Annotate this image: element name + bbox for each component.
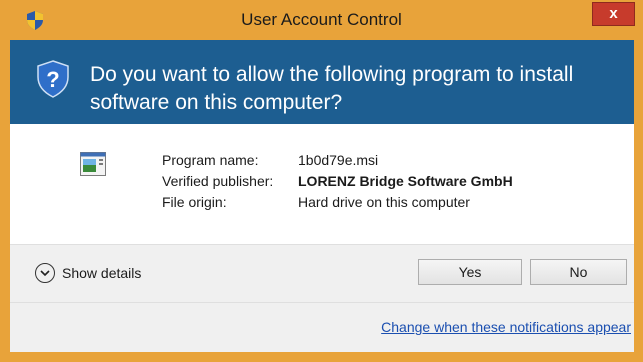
publisher-row: Verified publisher: LORENZ Bridge Softwar… [162,171,513,192]
button-bar: Show details Yes No [10,244,634,302]
window-frame-left [0,40,10,362]
show-details-label: Show details [62,265,142,281]
file-origin-label: File origin: [162,194,227,210]
publisher-label: Verified publisher: [162,173,274,189]
yes-button[interactable]: Yes [418,259,522,285]
uac-shield-question-icon: ? [37,60,69,98]
link-bar: Change when these notifications appear [10,302,634,352]
file-origin-value: Hard drive on this computer [298,194,470,210]
window-frame-right [634,40,643,362]
chevron-down-icon [35,263,55,283]
close-button[interactable]: x [592,2,635,26]
program-name-value: 1b0d79e.msi [298,152,379,168]
show-details-toggle[interactable]: Show details [35,262,141,284]
msi-package-icon [80,152,106,176]
prompt-question: Do you want to allow the following progr… [90,63,574,114]
window-title: User Account Control [241,10,402,29]
program-details-pane: Program name: 1b0d79e.msi Verified publis… [10,124,634,244]
program-name-label: Program name: [162,152,259,168]
program-name-row: Program name: 1b0d79e.msi [162,150,513,171]
title-bar: User Account Control x [0,0,643,40]
details-grid: Program name: 1b0d79e.msi Verified publis… [162,150,513,213]
publisher-value: LORENZ Bridge Software GmbH [298,173,513,189]
window-frame-bottom [0,352,643,362]
prompt-header: ? Do you want to allow the following pro… [10,40,634,124]
notification-settings-link[interactable]: Change when these notifications appear [381,319,631,335]
file-origin-row: File origin: Hard drive on this computer [162,192,513,213]
svg-text:?: ? [46,67,59,92]
no-button[interactable]: No [530,259,627,285]
uac-dialog: User Account Control x ? Do you want to … [0,0,643,362]
